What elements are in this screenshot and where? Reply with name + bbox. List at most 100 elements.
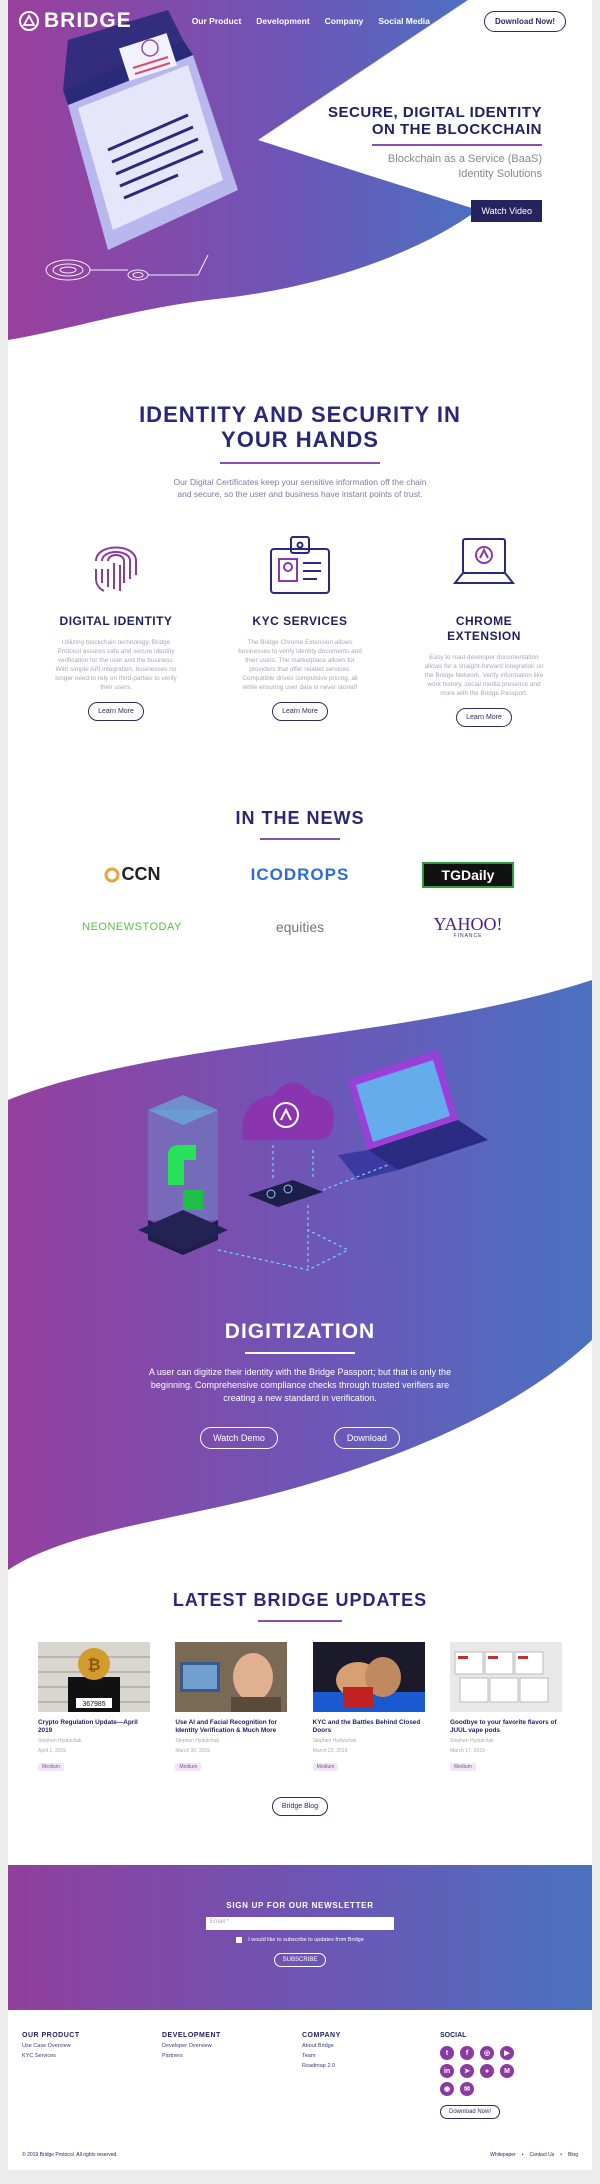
post-title: Use AI and Facial Recognition for Identi… [175, 1718, 278, 1734]
footer-link[interactable]: Team [302, 2053, 442, 2059]
learn-more-button[interactable]: Learn More [88, 702, 144, 721]
nav-link-development[interactable]: Development [256, 16, 309, 26]
post-tag[interactable]: Medium [449, 1762, 476, 1771]
footer-link[interactable]: About Bridge [302, 2043, 442, 2049]
copyright: © 2019 Bridge Protocol. All rights reser… [22, 2152, 118, 2158]
medium-icon[interactable]: M [500, 2064, 514, 2078]
identity-title-line2: YOUR HANDS [221, 427, 379, 452]
footer-download-button[interactable]: Download Now! [440, 2105, 501, 2119]
youtube-icon[interactable]: ▶ [500, 2046, 514, 2060]
post-card[interactable]: Goodbye to your favorite flavors of JUUL… [449, 1641, 562, 1773]
instagram-icon[interactable]: ◎ [480, 2046, 494, 2060]
hero-subtitle-line1: Blockchain as a Service (BaaS) [387, 153, 542, 165]
footer-social-title: SOCIAL [440, 2032, 467, 2039]
footer-link[interactable]: Roadmap 2.0 [302, 2063, 442, 2069]
feature-title: KYC SERVICES [252, 614, 348, 628]
nav-link-our-product[interactable]: Our Product [192, 16, 242, 26]
facebook-icon[interactable]: f [460, 2046, 474, 2060]
blog-button-wrap: Bridge Blog [8, 1787, 592, 1816]
whitepaper-link[interactable]: Whitepaper [490, 2152, 516, 2158]
footer-col-title: COMPANY [302, 2032, 341, 2039]
digitization-description: A user can digitize their identity with … [148, 1366, 452, 1403]
vape-pods-image [454, 1651, 549, 1702]
twitter-icon[interactable]: t [440, 2046, 454, 2060]
digitization-buttons: Watch Demo Download [8, 1426, 592, 1449]
news-divider [260, 838, 340, 840]
hero-title-line2: ON THE BLOCKCHAIN [371, 121, 542, 138]
nav-link-social-media[interactable]: Social Media [378, 16, 430, 26]
download-button[interactable]: Download [333, 1426, 400, 1449]
newsletter-checkbox[interactable] [236, 1937, 243, 1943]
equities-logo[interactable]: equities [276, 912, 324, 942]
post-author: Stephen Hydutchak [175, 1737, 219, 1744]
linkedin-icon[interactable]: in [440, 2064, 454, 2078]
blog-link[interactable]: Blog [568, 2152, 578, 2158]
newsletter-title: SIGN UP FOR OUR NEWSLETTER [226, 1901, 374, 1910]
post-author: Stephen Hydutchak [449, 1737, 494, 1744]
footer-link[interactable]: Developer Overview [162, 2043, 302, 2049]
learn-more-button[interactable]: Learn More [272, 702, 328, 721]
post-card[interactable]: ₿ 367985 Crypto Regulation Update—April … [38, 1641, 150, 1773]
post-date: March 30, 2019 [175, 1747, 211, 1754]
subscribe-button[interactable]: SUBSCRIBE [273, 1953, 327, 1967]
reddit-icon[interactable]: ● [480, 2064, 494, 2078]
identity-description: Our Digital Certificates keep your sensi… [173, 477, 427, 499]
updates-divider [258, 1620, 342, 1622]
post-card[interactable]: Use AI and Facial Recognition for Identi… [175, 1641, 288, 1773]
contact-us-link[interactable]: Contact Us [529, 2152, 554, 2158]
bridge-blog-button[interactable]: Bridge Blog [271, 1796, 329, 1816]
feature-description: Utilizing blockchain technology, Bridge … [55, 639, 177, 691]
wrestling-image [312, 1656, 425, 1712]
ccn-ring-icon [104, 867, 119, 882]
identity-divider [220, 462, 380, 464]
icodrops-logo-text: ICODROPS [250, 864, 350, 884]
post-date: March 17, 2019 [449, 1747, 485, 1754]
email-icon[interactable]: ✉ [460, 2082, 474, 2096]
neonewstoday-logo[interactable]: NEONEWSTODAY [82, 912, 182, 942]
github-icon[interactable]: ◉ [440, 2082, 454, 2096]
footer-social: SOCIAL t f ◎ ▶ in ➤ ● M ◉ ✉ Download Now… [440, 2032, 530, 2119]
post-tag[interactable]: Medium [312, 1762, 339, 1771]
newsletter-consent: I would like to subscribe to updates fro… [8, 1937, 592, 1943]
yahoo-finance-logo[interactable]: YAHOO! FINANCE [434, 912, 503, 942]
nav-download-button[interactable]: Download Now! [484, 11, 566, 32]
post-title: Crypto Regulation Update—April 2019 [38, 1718, 138, 1734]
icodrops-logo[interactable]: ICODROPS [251, 860, 350, 890]
footer-link[interactable]: Use Case Overview [22, 2043, 162, 2049]
watch-video-button[interactable]: Watch Video [471, 200, 542, 222]
post-tag[interactable]: Medium [38, 1762, 64, 1771]
post-author: Stephen Hydutchak [312, 1737, 357, 1744]
learn-more-button[interactable]: Learn More [456, 708, 512, 727]
telegram-icon[interactable]: ➤ [460, 2064, 474, 2078]
footer-col-title: DEVELOPMENT [162, 2032, 221, 2039]
digitization-background [8, 980, 592, 1570]
hero-divider [372, 144, 542, 146]
feature-title: DIGITAL IDENTITY [59, 614, 173, 628]
post-thumbnail: ₿ 367985 [38, 1641, 150, 1712]
ccn-logo[interactable]: CCN [104, 860, 161, 890]
neonewstoday-logo-text: NEONEWSTODAY [82, 920, 182, 933]
watch-demo-button[interactable]: Watch Demo [200, 1426, 278, 1449]
nav-link-company[interactable]: Company [325, 16, 364, 26]
feature-description: Easy to read developer documentation all… [424, 654, 544, 697]
post-title: KYC and the Battles Behind Closed Doors [312, 1718, 421, 1734]
post-thumbnail [175, 1641, 288, 1712]
post-card[interactable]: KYC and the Battles Behind Closed Doors … [312, 1641, 425, 1773]
footer-link[interactable]: Partners [162, 2053, 302, 2059]
news-section: IN THE NEWS CCN ICODROPS TGDaily NEONEWS… [8, 790, 592, 980]
post-tag[interactable]: Medium [175, 1762, 202, 1771]
footer-col-development: DEVELOPMENT Developer Overview Partners [162, 2032, 302, 2119]
feature-kyc-services: KYC SERVICES The Bridge Chrome Extension… [236, 528, 364, 727]
footer-bottom: © 2019 Bridge Protocol. All rights reser… [22, 2152, 578, 2158]
footer-link[interactable]: KYC Services [22, 2053, 162, 2059]
tgdaily-logo[interactable]: TGDaily [421, 860, 515, 890]
feature-chrome-extension: CHROME EXTENSION Easy to read developer … [420, 528, 548, 727]
bridge-logo-icon [19, 11, 39, 31]
updates-section: LATEST BRIDGE UPDATES ₿ 367985 Crypto Re… [8, 1570, 592, 1865]
nav-links: Our Product Development Company Social M… [192, 16, 430, 26]
newsletter-email-input[interactable]: Email * [206, 1917, 394, 1930]
post-author: Stephen Hydutchak [38, 1737, 82, 1744]
footer-columns: OUR PRODUCT Use Case Overview KYC Servic… [22, 2032, 578, 2119]
posts-row: ₿ 367985 Crypto Regulation Update—April … [8, 1641, 592, 1773]
bridge-logo[interactable]: BRIDGE [18, 9, 132, 33]
